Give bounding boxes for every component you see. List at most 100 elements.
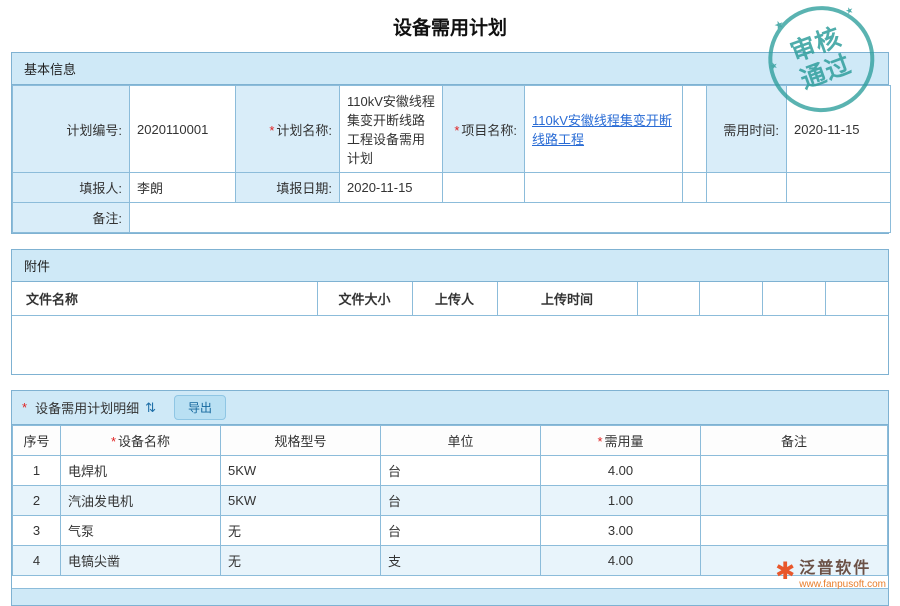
detail-empty-space xyxy=(12,576,888,588)
report-date-label: 填报日期: xyxy=(236,173,340,203)
col-qty: *需用量 xyxy=(541,426,701,456)
report-date-value: 2020-11-15 xyxy=(340,173,443,203)
field-label: 需用时间: xyxy=(723,123,779,138)
cell-qty: 4.00 xyxy=(541,456,701,486)
cell-remark xyxy=(701,456,888,486)
detail-table: 序号 *设备名称 规格型号 单位 *需用量 备注 1 电焊机 5KW 台 4.0… xyxy=(12,425,888,576)
project-link[interactable]: 110kV安徽线程集变开断线路工程 xyxy=(532,113,672,147)
empty-cell xyxy=(637,282,699,316)
empty-cell xyxy=(683,173,707,203)
cell-remark xyxy=(701,516,888,546)
detail-section-header: * 设备需用计划明细 ⇅ 导出 xyxy=(12,391,888,425)
fanpu-logo-icon: ✱ xyxy=(775,560,795,584)
basic-info-row-2: 填报人: 李朗 填报日期: 2020-11-15 xyxy=(13,173,891,203)
basic-info-row-3: 备注: xyxy=(13,203,891,233)
cell-equipment-name: 电焊机 xyxy=(61,456,221,486)
required-marker: * xyxy=(22,400,27,415)
cell-seq: 1 xyxy=(13,456,61,486)
plan-name-value: 110kV安徽线程集变开断线路工程设备需用计划 xyxy=(340,86,443,173)
reporter-value: 李朗 xyxy=(130,173,236,203)
plan-no-label: 计划编号: xyxy=(13,86,130,173)
cell-unit: 台 xyxy=(381,456,541,486)
remark-label: 备注: xyxy=(13,203,130,233)
cell-unit: 支 xyxy=(381,546,541,576)
attachments-section: 附件 文件名称 文件大小 上传人 上传时间 xyxy=(11,249,889,375)
col-equipment-name: *设备名称 xyxy=(61,426,221,456)
brand-name: 泛普软件 xyxy=(799,560,886,578)
detail-footer-strip xyxy=(12,588,888,605)
basic-info-row-1: 计划编号: 2020110001 *计划名称: 110kV安徽线程集变开断线路工… xyxy=(13,86,891,173)
col-label: 设备名称 xyxy=(118,434,170,449)
empty-cell xyxy=(707,173,787,203)
cell-qty: 1.00 xyxy=(541,486,701,516)
attachments-table: 文件名称 文件大小 上传人 上传时间 xyxy=(12,282,888,316)
col-file-size: 文件大小 xyxy=(317,282,412,316)
export-button[interactable]: 导出 xyxy=(174,395,226,420)
cell-spec: 5KW xyxy=(221,486,381,516)
page-title: 设备需用计划 xyxy=(0,0,900,52)
empty-cell xyxy=(683,86,707,173)
field-label: 填报日期: xyxy=(276,181,332,196)
empty-cell xyxy=(787,173,891,203)
attachments-empty-body xyxy=(12,316,888,374)
cell-remark xyxy=(701,486,888,516)
empty-cell xyxy=(525,173,683,203)
basic-info-header: 基本信息 xyxy=(12,53,888,85)
page: 设备需用计划 ★ ★ ★ 审核通过 基本信息 计划编号: 2020110001 … xyxy=(0,0,900,600)
col-uploader: 上传人 xyxy=(412,282,497,316)
col-seq: 序号 xyxy=(13,426,61,456)
col-unit: 单位 xyxy=(381,426,541,456)
field-label: 项目名称: xyxy=(461,123,517,138)
cell-seq: 3 xyxy=(13,516,61,546)
plan-name-label: *计划名称: xyxy=(236,86,340,173)
table-row: 4 电镐尖凿 无 支 4.00 xyxy=(13,546,888,576)
attachments-header-row: 文件名称 文件大小 上传人 上传时间 xyxy=(12,282,888,316)
required-marker: * xyxy=(269,123,274,138)
cell-equipment-name: 电镐尖凿 xyxy=(61,546,221,576)
detail-section-title: 设备需用计划明细 xyxy=(35,398,139,417)
brand-logo: ✱ 泛普软件 www.fanpusoft.com xyxy=(775,560,886,590)
field-label: 填报人: xyxy=(79,181,122,196)
cell-spec: 无 xyxy=(221,516,381,546)
reporter-label: 填报人: xyxy=(13,173,130,203)
required-marker: * xyxy=(597,434,602,449)
cell-spec: 5KW xyxy=(221,456,381,486)
project-name-label: *项目名称: xyxy=(443,86,525,173)
detail-section: * 设备需用计划明细 ⇅ 导出 序号 *设备名称 规格型号 单位 *需用量 备注… xyxy=(11,390,889,606)
cell-spec: 无 xyxy=(221,546,381,576)
need-date-label: 需用时间: xyxy=(707,86,787,173)
cell-seq: 2 xyxy=(13,486,61,516)
empty-cell xyxy=(443,173,525,203)
cell-seq: 4 xyxy=(13,546,61,576)
attachments-header: 附件 xyxy=(12,250,888,282)
table-row: 1 电焊机 5KW 台 4.00 xyxy=(13,456,888,486)
cell-unit: 台 xyxy=(381,516,541,546)
required-marker: * xyxy=(111,434,116,449)
project-name-value: 110kV安徽线程集变开断线路工程 xyxy=(525,86,683,173)
cell-qty: 3.00 xyxy=(541,516,701,546)
cell-equipment-name: 汽油发电机 xyxy=(61,486,221,516)
cell-qty: 4.00 xyxy=(541,546,701,576)
detail-header-row: 序号 *设备名称 规格型号 单位 *需用量 备注 xyxy=(13,426,888,456)
field-label: 计划名称: xyxy=(276,123,332,138)
table-row: 3 气泵 无 台 3.00 xyxy=(13,516,888,546)
table-row: 2 汽油发电机 5KW 台 1.00 xyxy=(13,486,888,516)
basic-info-section: 基本信息 计划编号: 2020110001 *计划名称: 110kV安徽线程集变… xyxy=(11,52,889,234)
empty-cell xyxy=(825,282,888,316)
col-file-name: 文件名称 xyxy=(12,282,317,316)
brand-text: 泛普软件 www.fanpusoft.com xyxy=(799,560,886,590)
col-remark: 备注 xyxy=(701,426,888,456)
empty-cell xyxy=(699,282,762,316)
brand-url: www.fanpusoft.com xyxy=(799,579,886,591)
empty-cell xyxy=(762,282,825,316)
col-spec-model: 规格型号 xyxy=(221,426,381,456)
required-marker: * xyxy=(454,123,459,138)
field-label: 备注: xyxy=(92,211,122,226)
col-label: 需用量 xyxy=(605,434,644,449)
cell-equipment-name: 气泵 xyxy=(61,516,221,546)
basic-info-table: 计划编号: 2020110001 *计划名称: 110kV安徽线程集变开断线路工… xyxy=(12,85,891,233)
need-date-value: 2020-11-15 xyxy=(787,86,891,173)
sort-icon[interactable]: ⇅ xyxy=(145,400,156,416)
remark-value xyxy=(130,203,891,233)
plan-no-value: 2020110001 xyxy=(130,86,236,173)
